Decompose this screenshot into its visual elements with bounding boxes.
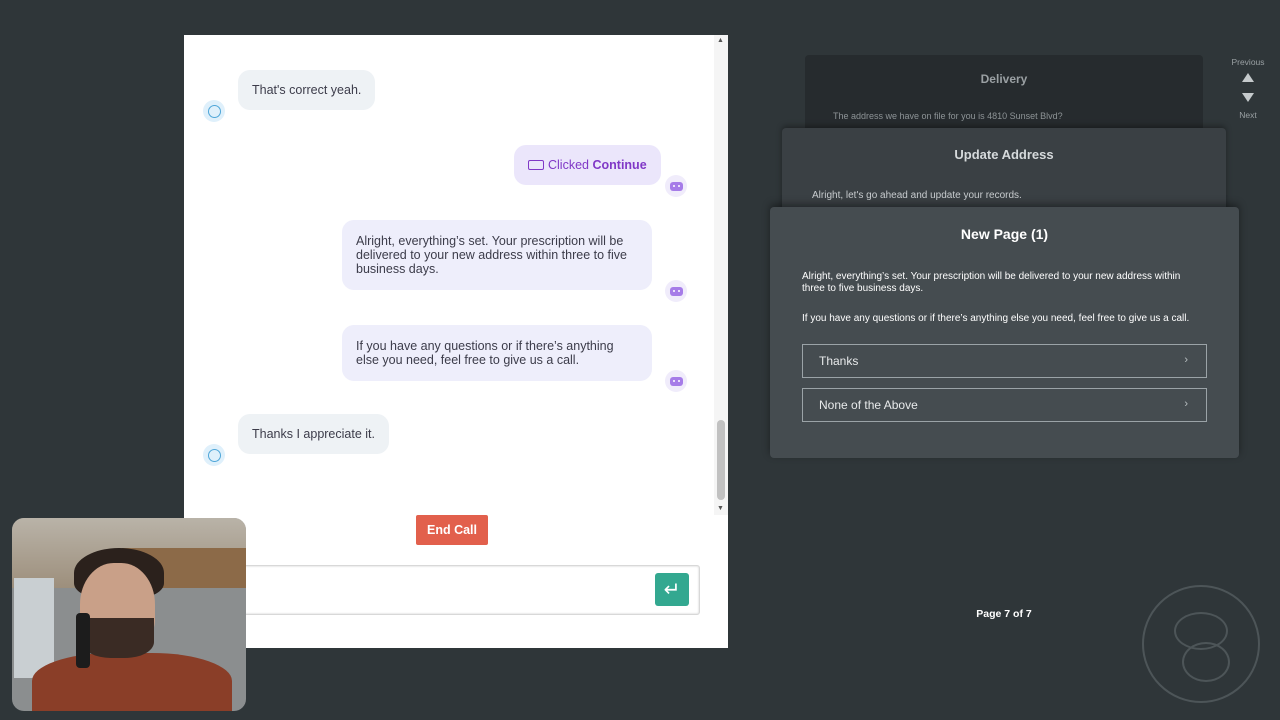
next-arrow-icon[interactable] [1242, 93, 1254, 102]
action-prefix: Clicked [548, 158, 589, 172]
webcam-video [12, 518, 246, 711]
card-title: New Page (1) [960, 226, 1049, 242]
bot-avatar-icon [665, 370, 687, 392]
flow-card-delivery[interactable]: Delivery The address we have on file for… [805, 55, 1203, 135]
brand-logo-icon [1142, 585, 1260, 703]
chat-scrollbar[interactable]: ▲ ▼ [714, 35, 728, 515]
card-title: Delivery [980, 72, 1028, 86]
bot-avatar-icon [665, 175, 687, 197]
page-indicator: Page 7 of 7 [976, 608, 1032, 620]
option-label: None of the Above [819, 398, 918, 412]
card-text: If you have any questions or if there’s … [802, 313, 1190, 324]
card-text: The address we have on file for you is 4… [833, 111, 1063, 121]
end-call-button[interactable]: End Call [416, 515, 488, 545]
chevron-right-icon: › [1184, 398, 1188, 410]
option-label: Thanks [819, 354, 859, 368]
message-text: Alright, everything’s set. Your prescrip… [356, 234, 627, 276]
bot-avatar-icon [665, 280, 687, 302]
scroll-down-icon[interactable]: ▼ [717, 505, 724, 513]
message-text: If you have any questions or if there’s … [356, 339, 614, 367]
card-text: Alright, everything’s set. Your prescrip… [802, 271, 1181, 294]
phone-icon [76, 613, 90, 668]
flow-card-update-address[interactable]: Update Address Alright, let's go ahead a… [782, 128, 1226, 218]
next-label: Next [1239, 110, 1257, 120]
page-navigation: Previous Next [1226, 57, 1270, 120]
return-arrow-icon: ↵ [663, 579, 681, 601]
message-input[interactable]: ↵ [242, 565, 700, 615]
click-icon [528, 160, 544, 170]
card-title: Update Address [954, 147, 1054, 162]
flow-card-new-page: New Page (1) Alright, everything’s set. … [770, 207, 1239, 458]
action-message: Clicked Continue [514, 145, 661, 185]
message-text: That's correct yeah. [252, 83, 362, 97]
send-button[interactable]: ↵ [655, 573, 689, 606]
chat-window: That's correct yeah. Clicked Continue Al… [184, 35, 728, 648]
previous-label: Previous [1231, 57, 1265, 67]
option-none-of-the-above[interactable]: None of the Above › [802, 388, 1207, 422]
user-message: Thanks I appreciate it. [238, 414, 389, 454]
user-avatar-icon [203, 444, 225, 466]
user-message: That's correct yeah. [238, 70, 376, 110]
chevron-right-icon: › [1184, 354, 1188, 366]
scroll-thumb[interactable] [717, 420, 725, 500]
message-text: Thanks I appreciate it. [252, 427, 375, 441]
card-text: Alright, let's go ahead and update your … [812, 190, 1022, 201]
option-thanks[interactable]: Thanks › [802, 344, 1207, 378]
bot-message: If you have any questions or if there’s … [342, 325, 652, 381]
scroll-up-icon[interactable]: ▲ [717, 37, 724, 45]
user-avatar-icon [203, 100, 225, 122]
action-name: Continue [592, 158, 647, 172]
bot-message: Alright, everything’s set. Your prescrip… [342, 220, 652, 290]
previous-arrow-icon[interactable] [1242, 73, 1254, 82]
